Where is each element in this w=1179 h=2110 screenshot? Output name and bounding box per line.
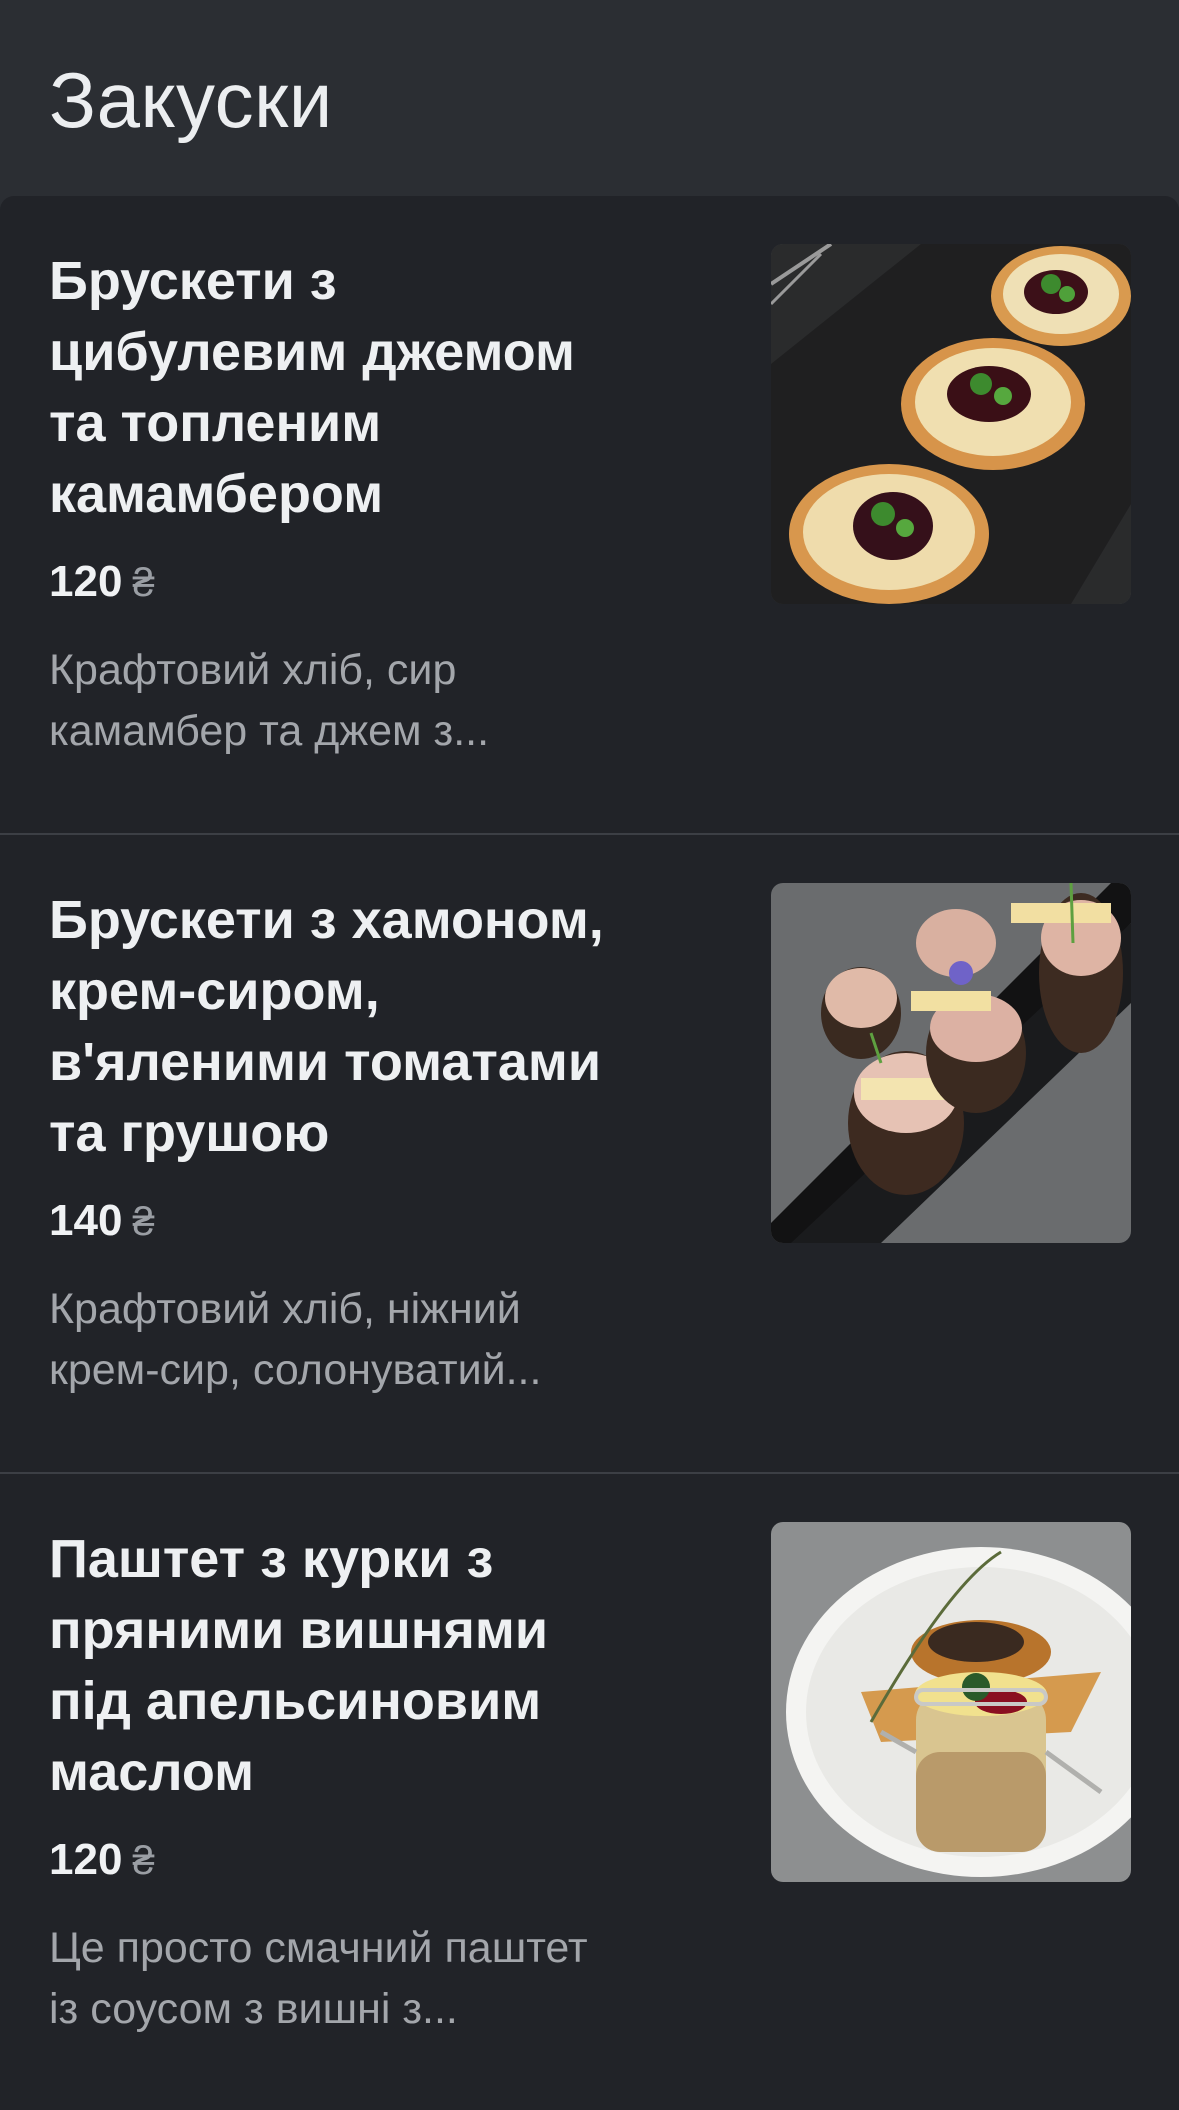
item-title-line: цибулевим джемом xyxy=(49,322,575,382)
price-value: 120 xyxy=(49,1835,123,1884)
item-title: Брускети з хамоном, крем-сиром, в'яленим… xyxy=(49,885,719,1169)
item-title-line: Брускети з xyxy=(49,251,337,311)
menu-page: Закуски Брускети з цибулевим джемом та т… xyxy=(0,0,1179,2110)
menu-item-card[interactable]: Брускети з цибулевим джемом та топленим … xyxy=(0,196,1179,834)
bruschetta-jamon-illustration xyxy=(771,883,1131,1243)
currency-symbol: ₴ xyxy=(132,1200,155,1244)
bruschetta-onion-jam-image[interactable] xyxy=(771,244,1131,604)
item-description: Крафтовий хліб, ніжний крем-сир, солонув… xyxy=(49,1279,709,1401)
section-title: Закуски xyxy=(49,56,333,144)
item-title-line: Паштет з курки з xyxy=(49,1529,494,1589)
item-description: Це просто смачний паштет із соусом з виш… xyxy=(49,1918,709,2040)
chicken-pate-jar-illustration xyxy=(771,1522,1131,1882)
item-price: 120 ₴ xyxy=(49,554,155,611)
description-line: Це просто смачний паштет xyxy=(49,1924,588,1972)
currency-symbol: ₴ xyxy=(132,561,155,605)
item-title-line: та грушою xyxy=(49,1103,330,1163)
item-title-line: камамбером xyxy=(49,464,384,524)
item-title-line: крем-сиром, xyxy=(49,961,380,1021)
bruschetta-jamon-image[interactable] xyxy=(771,883,1131,1243)
currency-symbol: ₴ xyxy=(132,1839,155,1883)
item-title: Брускети з цибулевим джемом та топленим … xyxy=(49,246,719,530)
menu-item-card[interactable]: Паштет з курки з пряними вишнями під апе… xyxy=(0,1474,1179,2110)
description-line: із соусом з вишні з... xyxy=(49,1985,458,2033)
item-description: Крафтовий хліб, сир камамбер та джем з..… xyxy=(49,640,709,762)
description-line: камамбер та джем з... xyxy=(49,707,490,755)
item-title-line: та топленим xyxy=(49,393,382,453)
item-price: 140 ₴ xyxy=(49,1193,155,1250)
price-value: 140 xyxy=(49,1196,123,1245)
item-title-line: Брускети з хамоном, xyxy=(49,890,604,950)
price-value: 120 xyxy=(49,557,123,606)
item-title: Паштет з курки з пряними вишнями під апе… xyxy=(49,1524,719,1808)
description-line: Крафтовий хліб, ніжний xyxy=(49,1285,521,1333)
menu-item-card[interactable]: Брускети з хамоном, крем-сиром, в'яленим… xyxy=(0,835,1179,1473)
item-title-line: в'яленими томатами xyxy=(49,1032,602,1092)
item-title-line: пряними вишнями xyxy=(49,1600,549,1660)
chicken-pate-image[interactable] xyxy=(771,1522,1131,1882)
bruschetta-plate-illustration xyxy=(771,244,1131,604)
item-title-line: під апельсиновим xyxy=(49,1671,542,1731)
item-price: 120 ₴ xyxy=(49,1832,155,1889)
description-line: Крафтовий хліб, сир xyxy=(49,646,457,694)
menu-item-list: Брускети з цибулевим джемом та топленим … xyxy=(0,196,1179,2110)
description-line: крем-сир, солонуватий... xyxy=(49,1346,542,1394)
item-title-line: маслом xyxy=(49,1742,255,1802)
